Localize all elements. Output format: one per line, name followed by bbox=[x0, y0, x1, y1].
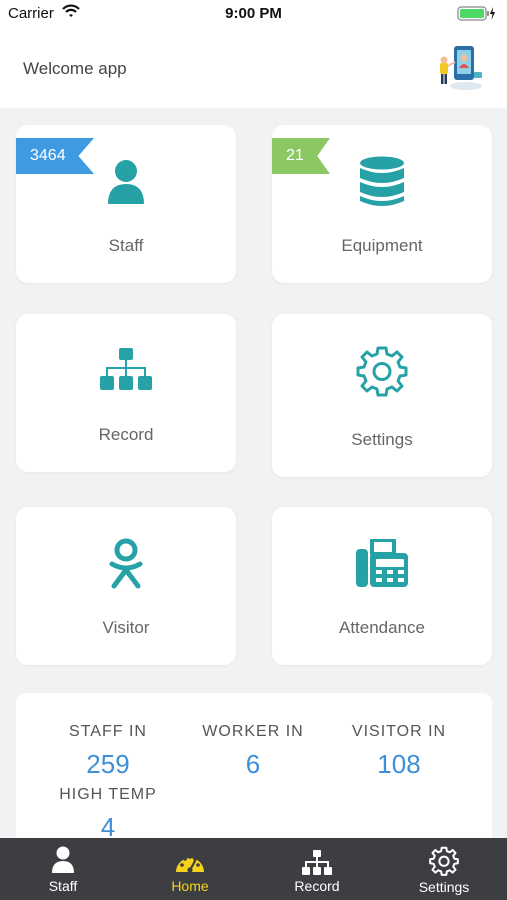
profile-illustration[interactable] bbox=[434, 42, 486, 94]
database-icon bbox=[359, 156, 405, 213]
tab-staff[interactable]: Staff bbox=[0, 838, 126, 900]
card-staff[interactable]: 3464 Staff bbox=[16, 125, 236, 283]
gear-icon bbox=[381, 846, 507, 881]
stat-value-visitor-in: 108 bbox=[377, 749, 421, 779]
tab-label-settings: Settings bbox=[418, 879, 470, 895]
stat-label-visitor-in: VISITOR IN bbox=[351, 723, 447, 740]
staff-count-badge: 3464 bbox=[16, 138, 94, 174]
gear-icon bbox=[356, 345, 408, 402]
tab-settings[interactable]: Settings bbox=[381, 838, 507, 900]
user-icon bbox=[106, 159, 146, 210]
card-label-attendance: Attendance bbox=[338, 618, 425, 637]
tab-bar: Staff Home Record Settings bbox=[0, 838, 507, 900]
tab-label-staff: Staff bbox=[48, 878, 78, 894]
card-attendance[interactable]: Attendance bbox=[272, 507, 492, 665]
tab-label-home: Home bbox=[171, 878, 209, 894]
card-record[interactable]: Record bbox=[16, 314, 236, 472]
tab-label-record: Record bbox=[294, 878, 340, 894]
status-bar: Carrier 9:00 PM bbox=[0, 0, 507, 30]
hierarchy-icon bbox=[100, 348, 152, 397]
stats-panel: STAFF IN 259 WORKER IN 6 VISITOR IN 108 … bbox=[16, 693, 492, 853]
tab-record[interactable]: Record bbox=[254, 838, 380, 900]
equipment-count-badge: 21 bbox=[272, 138, 330, 174]
card-label-settings: Settings bbox=[351, 430, 413, 449]
card-label-staff: Staff bbox=[108, 236, 144, 255]
user-icon bbox=[0, 846, 126, 879]
odnoklassniki-icon bbox=[108, 538, 144, 595]
stat-value-worker-in: 6 bbox=[245, 749, 261, 779]
clock: 9:00 PM bbox=[225, 5, 282, 22]
battery-icon bbox=[457, 6, 497, 27]
hierarchy-icon bbox=[254, 850, 380, 881]
card-label-visitor: Visitor bbox=[102, 618, 150, 637]
fax-icon bbox=[356, 537, 408, 594]
dashboard-icon bbox=[127, 850, 253, 881]
stat-label-worker-in: WORKER IN bbox=[202, 723, 304, 740]
card-equipment[interactable]: 21 Equipment bbox=[272, 125, 492, 283]
card-label-equipment: Equipment bbox=[341, 236, 423, 255]
card-settings[interactable]: Settings bbox=[272, 314, 492, 477]
app-header: Welcome app bbox=[0, 30, 507, 108]
page-title: Welcome app bbox=[23, 59, 127, 78]
stat-label-high-temp: HIGH TEMP bbox=[59, 786, 157, 803]
stat-value-staff-in: 259 bbox=[86, 749, 130, 779]
tab-home[interactable]: Home bbox=[127, 838, 253, 900]
stat-label-staff-in: STAFF IN bbox=[69, 723, 147, 740]
card-label-record: Record bbox=[98, 425, 154, 444]
card-visitor[interactable]: Visitor bbox=[16, 507, 236, 665]
